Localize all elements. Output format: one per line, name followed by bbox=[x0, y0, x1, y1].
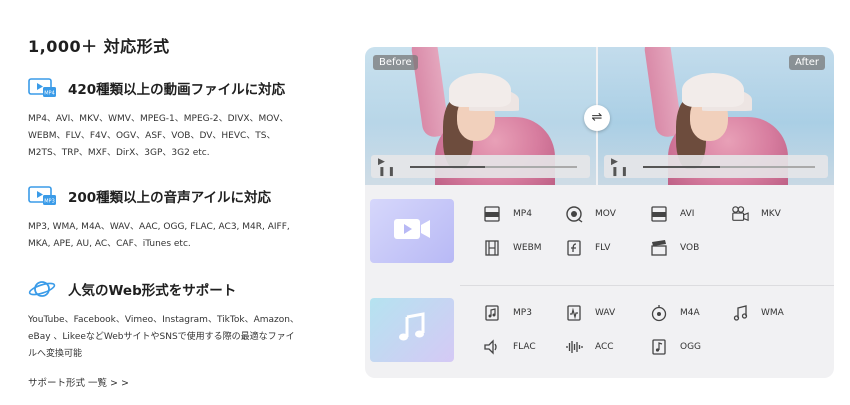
feature-audio-support: MP3 200種類以上の音声アイルに対応 MP3, WMA, M4A、WAV、A… bbox=[28, 185, 338, 253]
feature-line: WEBM、FLV、F4V、OGV、ASF、VOB、DV、HEVC、TS、 bbox=[28, 131, 276, 141]
format-label: MP3 bbox=[513, 308, 532, 318]
wav-file-icon bbox=[565, 304, 583, 322]
section-title: 1,000＋ 対応形式 bbox=[28, 37, 170, 56]
audio-file-icon: MP3 bbox=[28, 185, 58, 207]
video-file-icon: MP4 bbox=[28, 77, 58, 99]
feature-video-support: MP4 420種類以上の動画ファイルに対応 MP4、AVI、MKV、WMV、MP… bbox=[28, 77, 338, 162]
webm-film-icon bbox=[483, 239, 501, 257]
format-label: VOB bbox=[680, 243, 700, 253]
format-label: MOV bbox=[595, 209, 616, 219]
mp4-file-icon bbox=[483, 205, 501, 223]
format-label: MKV bbox=[761, 209, 781, 219]
flac-speaker-icon bbox=[483, 338, 501, 356]
format-wav: WAV bbox=[565, 303, 615, 323]
format-label: WMA bbox=[761, 308, 784, 318]
feature-line: MP4、AVI、MKV、WMV、MPEG-1、MPEG-2、DIVX、MOV、 bbox=[28, 114, 289, 124]
format-label: WEBM bbox=[513, 243, 542, 253]
format-mkv: MKV bbox=[731, 204, 781, 224]
format-m4a: M4A bbox=[650, 303, 700, 323]
format-vob: VOB bbox=[650, 238, 699, 258]
video-player-bar[interactable]: ▶ ❚❚ bbox=[371, 155, 590, 178]
formats-panel: Before ▶ ❚❚ ⇌ After ▶ ❚❚ MP4 MOV AVI MKV… bbox=[365, 47, 834, 378]
before-preview: Before ▶ ❚❚ bbox=[365, 47, 596, 185]
swap-icon[interactable]: ⇌ bbox=[584, 105, 610, 131]
feature-description: MP3, WMA, M4A、WAV、AAC, OGG, FLAC, AC3, M… bbox=[28, 219, 338, 253]
format-label: MP4 bbox=[513, 209, 532, 219]
feature-title: 420種類以上の動画ファイルに対応 bbox=[68, 82, 286, 98]
format-label: ACC bbox=[595, 342, 614, 352]
planet-icon bbox=[28, 278, 58, 300]
play-pause-icon[interactable]: ▶ ❚❚ bbox=[378, 157, 404, 177]
format-label: FLV bbox=[595, 243, 611, 253]
format-ogg: OGG bbox=[650, 337, 701, 357]
svg-text:MP4: MP4 bbox=[44, 91, 55, 97]
feature-description: YouTube、Facebook、Vimeo、Instagram、TikTok、… bbox=[28, 312, 338, 363]
video-category-tile bbox=[370, 199, 454, 263]
before-label: Before bbox=[373, 55, 418, 70]
vob-clapper-icon bbox=[650, 239, 668, 257]
wma-note-icon bbox=[731, 304, 749, 322]
feature-line: M2TS、TRP、MXF、DirX、3GP、3G2 etc. bbox=[28, 148, 210, 158]
progress-bar[interactable] bbox=[410, 165, 577, 168]
avi-file-icon bbox=[650, 205, 668, 223]
format-label: AVI bbox=[680, 209, 695, 219]
format-label: WAV bbox=[595, 308, 616, 318]
feature-line: ルへ変換可能 bbox=[28, 349, 83, 359]
after-label: After bbox=[788, 55, 825, 70]
mov-reel-icon bbox=[565, 205, 583, 223]
format-webm: WEBM bbox=[483, 238, 542, 258]
feature-line: eBay 、LikeeなどWebサイトやSNSで使用する際の最適なファイ bbox=[28, 332, 295, 342]
feature-line: MKA, APE, AU, AC、CAF、iTunes etc. bbox=[28, 239, 191, 249]
video-player-bar[interactable]: ▶ ❚❚ bbox=[604, 155, 828, 178]
ogg-file-icon bbox=[650, 338, 668, 356]
video-camera-icon bbox=[392, 215, 432, 247]
format-mp3: MP3 bbox=[483, 303, 532, 323]
play-pause-icon[interactable]: ▶ ❚❚ bbox=[611, 157, 637, 177]
divider bbox=[460, 285, 834, 286]
format-wma: WMA bbox=[731, 303, 784, 323]
format-label: OGG bbox=[680, 342, 702, 352]
format-flv: FLV bbox=[565, 238, 610, 258]
mkv-camera-icon bbox=[731, 205, 749, 223]
supported-formats-link[interactable]: サポート形式 一覧 > > bbox=[28, 375, 129, 389]
format-mp4: MP4 bbox=[483, 204, 532, 224]
feature-line: YouTube、Facebook、Vimeo、Instagram、TikTok、… bbox=[28, 315, 299, 325]
feature-title: 200種類以上の音声アイルに対応 bbox=[68, 190, 272, 206]
svg-text:MP3: MP3 bbox=[44, 199, 55, 205]
feature-description: MP4、AVI、MKV、WMV、MPEG-1、MPEG-2、DIVX、MOV、 … bbox=[28, 111, 338, 162]
format-label: FLAC bbox=[513, 342, 536, 352]
after-preview: After ▶ ❚❚ bbox=[598, 47, 834, 185]
feature-title: 人気のWeb形式をサポート bbox=[68, 283, 237, 299]
mp3-file-icon bbox=[483, 304, 501, 322]
feature-line: MP3, WMA, M4A、WAV、AAC, OGG, FLAC, AC3, M… bbox=[28, 222, 290, 232]
format-label: M4A bbox=[680, 308, 700, 318]
format-flac: FLAC bbox=[483, 337, 536, 357]
progress-bar[interactable] bbox=[643, 165, 815, 168]
music-note-icon bbox=[395, 311, 429, 349]
format-mov: MOV bbox=[565, 204, 616, 224]
audio-category-tile bbox=[370, 298, 454, 362]
acc-waveform-icon bbox=[565, 338, 583, 356]
format-avi: AVI bbox=[650, 204, 694, 224]
feature-web-support: 人気のWeb形式をサポート YouTube、Facebook、Vimeo、Ins… bbox=[28, 278, 338, 363]
flv-file-icon bbox=[565, 239, 583, 257]
format-acc: ACC bbox=[565, 337, 614, 357]
m4a-disc-icon bbox=[650, 304, 668, 322]
